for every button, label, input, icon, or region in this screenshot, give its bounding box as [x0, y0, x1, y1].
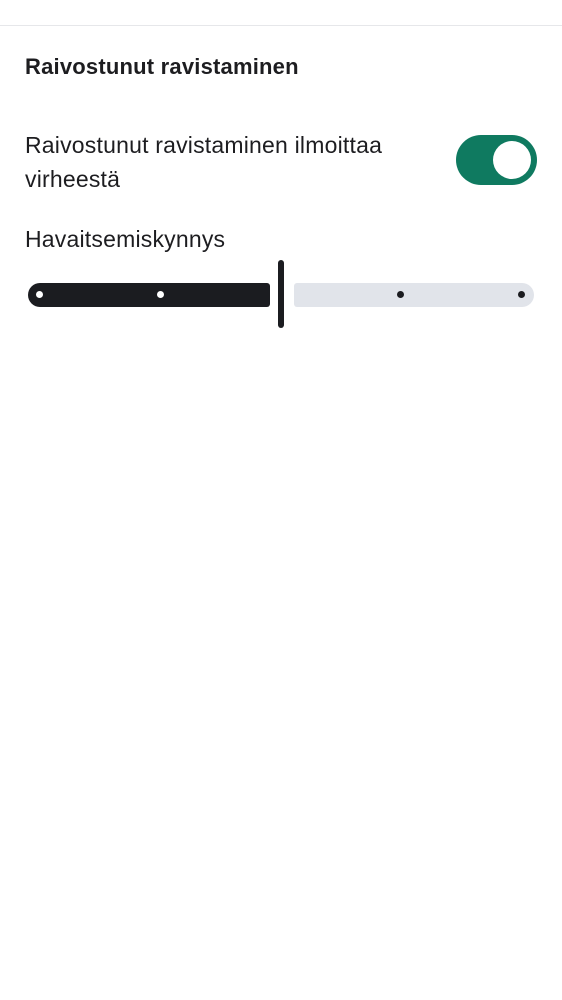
slider-handle[interactable]: [278, 260, 284, 328]
slider-active-track: [28, 283, 270, 307]
slider-inactive-track: [294, 283, 534, 307]
slider-tick-3: [397, 291, 404, 298]
toggle-thumb: [493, 141, 531, 179]
slider-tick-4: [518, 291, 525, 298]
shake-report-toggle[interactable]: [456, 135, 537, 185]
shake-report-setting-row[interactable]: Raivostunut ravistaminen ilmoittaa virhe…: [0, 124, 562, 200]
section-title: Raivostunut ravistaminen: [25, 54, 299, 79]
threshold-slider[interactable]: [26, 258, 536, 330]
slider-tick-0: [36, 291, 43, 298]
slider-tick-1: [157, 291, 164, 298]
top-bar: [0, 0, 562, 26]
shake-report-label: Raivostunut ravistaminen ilmoittaa virhe…: [25, 132, 383, 192]
threshold-label: Havaitsemiskynnys: [25, 226, 226, 252]
